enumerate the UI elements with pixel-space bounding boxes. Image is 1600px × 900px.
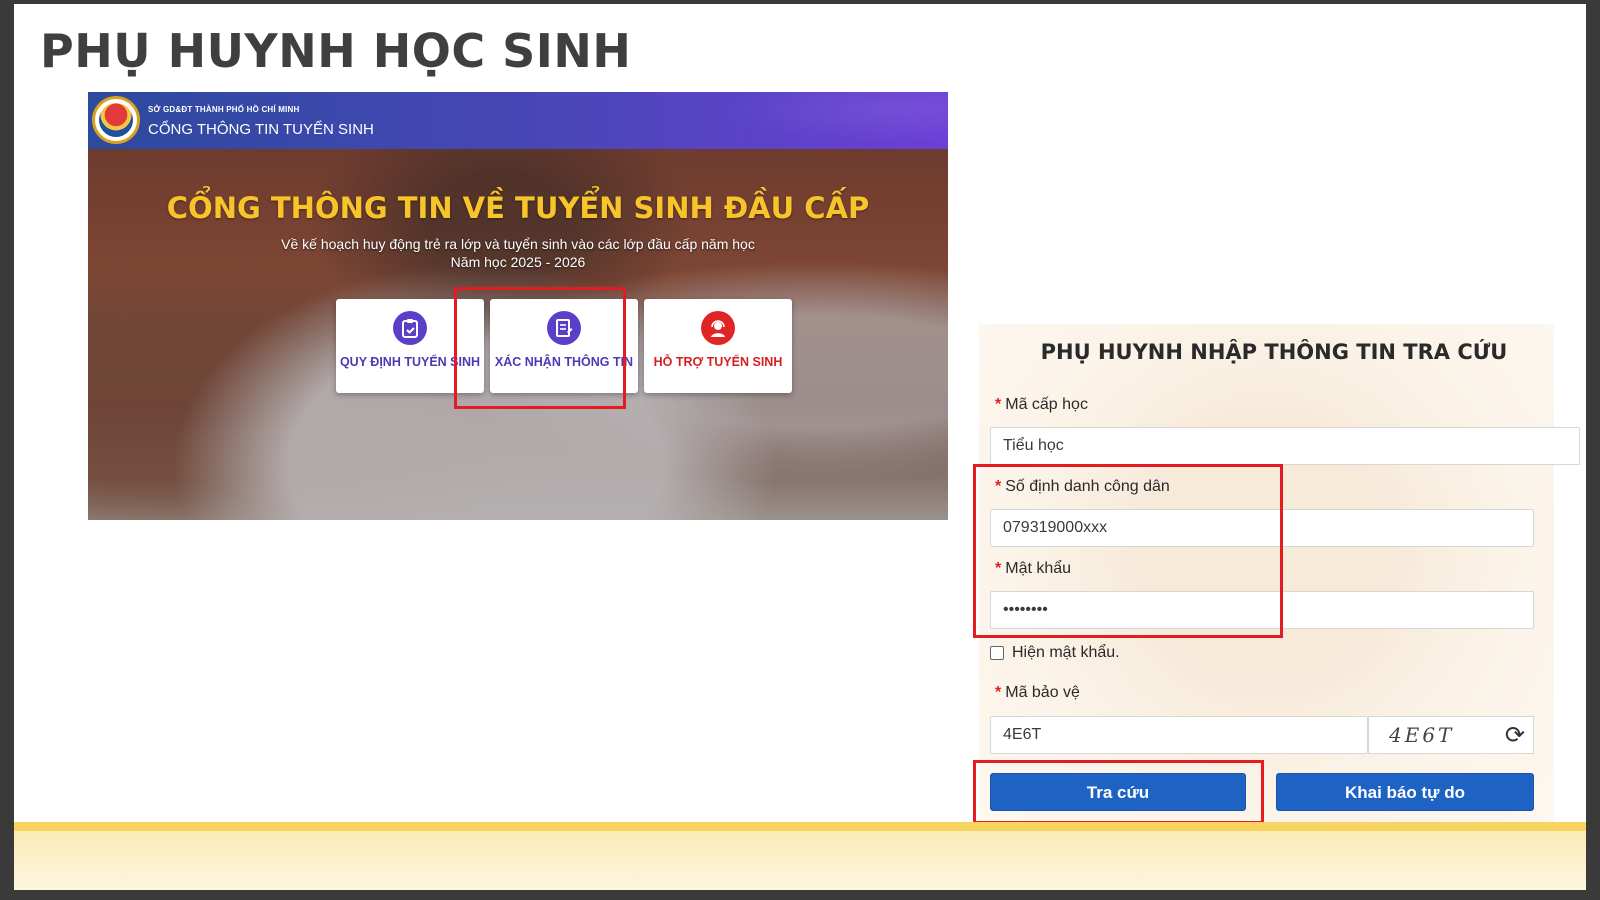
portal-logo xyxy=(92,96,140,144)
level-label: * Mã cấp học xyxy=(995,396,1088,413)
hero-title: CỔNG THÔNG TIN VỀ TUYỂN SINH ĐẦU CẤP xyxy=(166,191,870,225)
clipboard-check-icon xyxy=(393,311,427,345)
hero-subtitle-line1: Về kế hoạch huy động trẻ ra lớp và tuyển… xyxy=(281,236,755,252)
lookup-form: PHỤ HUYNH NHẬP THÔNG TIN TRA CỨU * Mã cấp… xyxy=(973,324,1580,832)
emblem-icon xyxy=(99,103,133,137)
captcha-image: 4E6T ⟳ xyxy=(1368,716,1534,754)
portal-header: SỞ GD&ĐT THÀNH PHỐ HỒ CHÍ MINH CỔNG THÔN… xyxy=(88,92,948,149)
highlight-box-credentials xyxy=(973,464,1283,638)
card-ho-tro-tuyen-sinh[interactable]: HỖ TRỢ TUYỂN SINH xyxy=(644,299,792,393)
show-password-label: Hiện mật khẩu. xyxy=(1012,644,1120,661)
free-declaration-button[interactable]: Khai báo tự do xyxy=(1276,773,1534,811)
highlight-box-search xyxy=(973,760,1264,824)
slide-title: PHỤ HUYNH HỌC SINH xyxy=(40,24,632,78)
footer-accent-line xyxy=(14,822,1586,831)
portal-name: CỔNG THÔNG TIN TUYỂN SINH xyxy=(148,121,374,138)
captcha-text: 4E6T xyxy=(1389,723,1455,747)
card-label: HỖ TRỢ TUYỂN SINH xyxy=(653,355,783,369)
level-select[interactable]: Tiểu học xyxy=(990,427,1580,465)
portal-org: SỞ GD&ĐT THÀNH PHỐ HỒ CHÍ MINH xyxy=(148,105,300,114)
hero-banner: CỔNG THÔNG TIN VỀ TUYỂN SINH ĐẦU CẤP Về … xyxy=(88,149,948,520)
footer-band xyxy=(14,822,1586,890)
captcha-input[interactable]: 4E6T xyxy=(990,716,1368,754)
slide: PHỤ HUYNH HỌC SINH SỞ GD&ĐT THÀNH PHỐ HỒ… xyxy=(14,4,1586,890)
portal-screenshot: SỞ GD&ĐT THÀNH PHỐ HỒ CHÍ MINH CỔNG THÔN… xyxy=(88,92,948,520)
footer-gradient xyxy=(14,831,1586,890)
refresh-icon[interactable]: ⟳ xyxy=(1505,721,1525,750)
show-password-checkbox[interactable] xyxy=(990,646,1004,660)
highlight-box-xac-nhan xyxy=(454,287,626,409)
captcha-label: * Mã bảo vệ xyxy=(995,684,1080,701)
required-mark: * xyxy=(995,684,1002,701)
required-mark: * xyxy=(995,396,1002,413)
form-title: PHỤ HUYNH NHẬP THÔNG TIN TRA CỨU xyxy=(1040,340,1508,364)
hero-subtitle-line2: Năm học 2025 - 2026 xyxy=(450,254,586,270)
support-agent-icon xyxy=(701,311,735,345)
world-map-decoration xyxy=(688,92,948,149)
